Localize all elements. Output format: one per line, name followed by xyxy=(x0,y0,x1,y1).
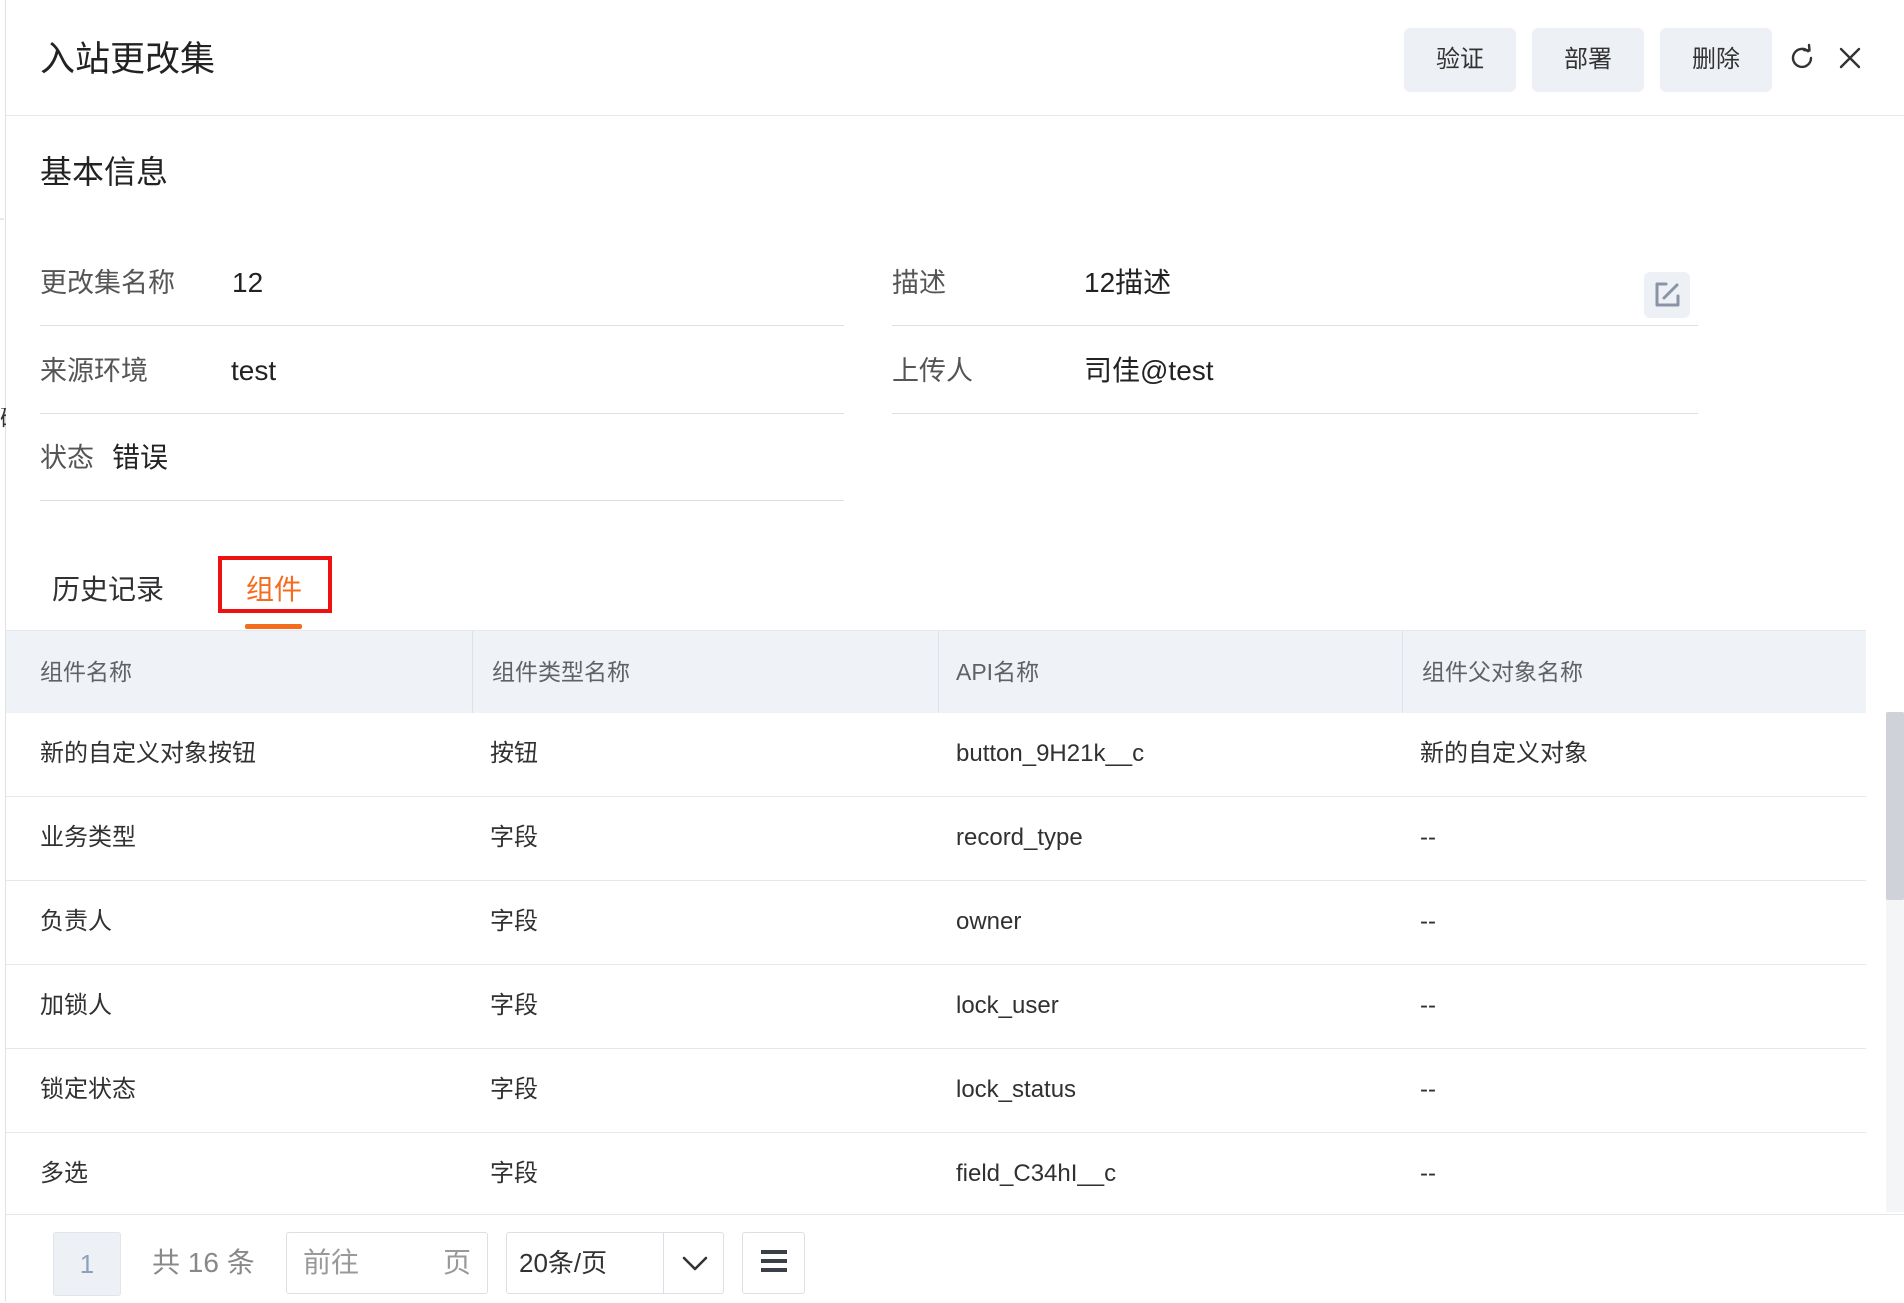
section-title: 基本信息 xyxy=(40,154,169,190)
field-label: 上传人 xyxy=(892,356,973,386)
tab-history[interactable]: 历史记录 xyxy=(52,570,164,610)
cell-component-type: 字段 xyxy=(490,824,538,851)
page-size-value: 20条/页 xyxy=(519,1248,608,1278)
cell-component-name: 业务类型 xyxy=(40,824,136,851)
field-value: 错误 xyxy=(112,442,169,473)
edge-fragment: 码 xyxy=(0,408,6,430)
cell-parent-object: -- xyxy=(1420,992,1436,1019)
table-row[interactable]: 业务类型 字段 record_type -- xyxy=(6,796,1866,881)
field-value: test xyxy=(231,355,277,386)
cell-api-name: record_type xyxy=(956,824,1083,851)
field-value: 司佳@test xyxy=(1084,355,1214,386)
cell-component-name: 加锁人 xyxy=(40,992,112,1019)
field-uploader: 上传人 司佳@test xyxy=(892,327,1698,414)
table-row[interactable]: 加锁人 字段 lock_user -- xyxy=(6,964,1866,1049)
cell-component-name: 负责人 xyxy=(40,908,112,935)
field-source-env: 来源环境 test xyxy=(40,327,844,414)
table-row[interactable]: 多选 字段 field_C34hI__c -- xyxy=(6,1132,1866,1217)
cell-component-name: 多选 xyxy=(40,1160,88,1187)
cell-component-type: 字段 xyxy=(490,1076,538,1103)
delete-button[interactable]: 删除 xyxy=(1660,28,1772,92)
field-label: 更改集名称 xyxy=(40,268,175,298)
field-status: 状态 错误 xyxy=(40,414,844,501)
chevron-down-icon[interactable] xyxy=(679,1247,711,1279)
field-changeset-name: 更改集名称 12 xyxy=(40,239,844,326)
cell-component-name: 新的自定义对象按钮 xyxy=(40,740,256,767)
pagination-current-page[interactable]: 1 xyxy=(53,1232,121,1296)
tab-highlight-box xyxy=(218,556,332,613)
goto-prefix-label: 前往 xyxy=(303,1247,360,1278)
cell-component-type: 字段 xyxy=(490,1160,538,1187)
cell-parent-object: -- xyxy=(1420,908,1436,935)
refresh-icon[interactable] xyxy=(1786,42,1818,74)
cell-component-type: 字段 xyxy=(490,908,538,935)
field-value: 12描述 xyxy=(1084,267,1172,298)
cell-parent-object: -- xyxy=(1420,824,1436,851)
table-row[interactable]: 锁定状态 字段 lock_status -- xyxy=(6,1048,1866,1133)
cell-api-name: owner xyxy=(956,908,1022,935)
table-row[interactable]: 新的自定义对象按钮 按钮 button_9H21k__c 新的自定义对象 xyxy=(6,712,1866,797)
dialog-title: 入站更改集 xyxy=(40,40,216,79)
pagination-goto: 前往 页 xyxy=(286,1232,488,1294)
cell-api-name: button_9H21k__c xyxy=(956,740,1145,767)
list-menu-icon xyxy=(761,1250,787,1272)
field-label: 来源环境 xyxy=(40,356,148,386)
cell-component-type: 按钮 xyxy=(490,740,538,767)
goto-page-input[interactable] xyxy=(373,1243,437,1285)
edit-button[interactable] xyxy=(1644,272,1690,318)
deploy-button[interactable]: 部署 xyxy=(1532,28,1644,92)
field-label: 描述 xyxy=(892,268,946,298)
column-header-component-name: 组件名称 xyxy=(40,659,132,685)
edit-icon xyxy=(1655,282,1680,307)
cell-parent-object: 新的自定义对象 xyxy=(1420,740,1588,767)
validate-button[interactable]: 验证 xyxy=(1404,28,1516,92)
cell-component-type: 字段 xyxy=(490,992,538,1019)
cell-parent-object: -- xyxy=(1420,1160,1436,1187)
pagination-total: 共 16 条 xyxy=(152,1247,255,1278)
field-description: 描述 12描述 xyxy=(892,239,1698,326)
cell-component-name: 锁定状态 xyxy=(40,1076,136,1103)
dialog-header: 入站更改集 验证 部署 删除 xyxy=(6,0,1904,116)
cell-api-name: lock_status xyxy=(956,1076,1077,1103)
column-header-api-name: API名称 xyxy=(956,659,1040,685)
column-header-component-type: 组件类型名称 xyxy=(492,659,630,685)
goto-suffix-label: 页 xyxy=(442,1247,471,1278)
cell-api-name: field_C34hI__c xyxy=(956,1160,1117,1187)
cell-api-name: lock_user xyxy=(956,992,1059,1019)
cell-parent-object: -- xyxy=(1420,1076,1436,1103)
active-tab-indicator xyxy=(245,624,302,629)
page-size-select[interactable]: 20条/页 xyxy=(506,1232,724,1294)
column-header-parent-object: 组件父对象名称 xyxy=(1422,659,1583,685)
table-row[interactable]: 负责人 字段 owner -- xyxy=(6,880,1866,965)
close-icon[interactable] xyxy=(1834,42,1866,74)
field-value: 12 xyxy=(232,267,264,298)
table-scrollbar-thumb[interactable] xyxy=(1886,712,1904,900)
column-settings-button[interactable] xyxy=(742,1232,805,1294)
table-header: 组件名称 组件类型名称 API名称 组件父对象名称 xyxy=(6,630,1866,713)
field-label: 状态 xyxy=(40,443,94,473)
